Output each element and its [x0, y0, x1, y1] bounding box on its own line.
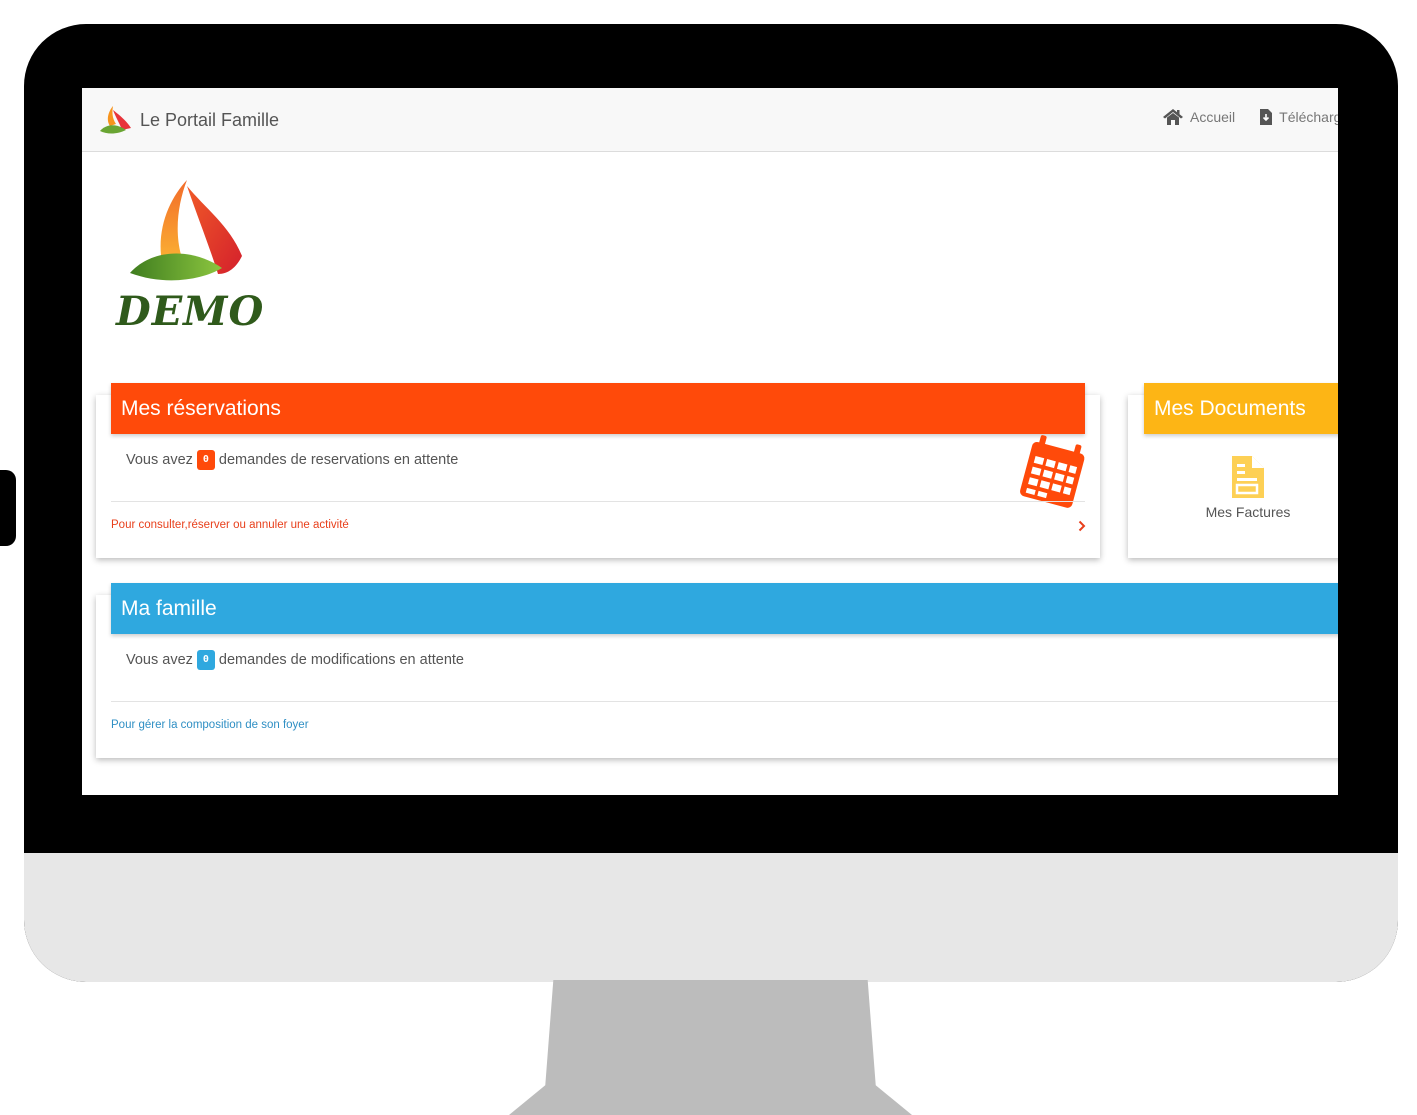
documents-header: Mes Documents: [1144, 383, 1338, 434]
famille-separator: [111, 701, 1338, 702]
famille-message: Vous avez 0 demandes de modifications en…: [126, 650, 464, 670]
home-icon: [1163, 109, 1183, 125]
monitor-stand: [509, 980, 912, 1115]
famille-header: Ma famille: [111, 583, 1338, 634]
brand-logo-icon: [100, 106, 131, 134]
demo-logo-text: DEMO: [116, 288, 265, 335]
reservations-header: Mes réservations: [111, 383, 1085, 434]
documents-item-label: Mes Factures: [1205, 504, 1291, 520]
documents-item-factures[interactable]: Mes Factures: [1198, 454, 1298, 520]
famille-message-prefix: Vous avez: [126, 652, 193, 668]
nav-links: Accueil Télécharg: [1162, 108, 1338, 126]
reservations-count-badge: 0: [196, 450, 215, 470]
nav-link-accueil-label: Accueil: [1190, 109, 1236, 125]
reservations-link[interactable]: Pour consulter,réserver ou annuler une a…: [111, 519, 349, 531]
chevron-right-icon[interactable]: [1078, 520, 1086, 532]
nav-link-telecharger[interactable]: Télécharg: [1259, 108, 1338, 126]
adjacent-monitor-edge: [0, 470, 16, 546]
famille-link[interactable]: Pour gérer la composition de son foyer: [111, 719, 309, 731]
navbar: Le Portail Famille Accueil Télécharg: [82, 88, 1338, 152]
brand-link[interactable]: Le Portail Famille: [98, 104, 279, 136]
download-icon: [1260, 109, 1273, 125]
nav-link-accueil[interactable]: Accueil: [1162, 108, 1235, 126]
monitor-chin: [24, 853, 1398, 982]
famille-message-suffix: demandes de modifications en attente: [218, 652, 464, 668]
famille-count-badge: 0: [196, 650, 215, 670]
reservations-separator: [111, 501, 1085, 502]
nav-link-telecharger-label: Télécharg: [1279, 109, 1338, 125]
reservations-message-suffix: demandes de reservations en attente: [218, 452, 459, 468]
screen: Le Portail Famille Accueil Télécharg DEM…: [82, 88, 1338, 795]
reservations-message-prefix: Vous avez: [126, 452, 193, 468]
document-icon: [1232, 456, 1264, 498]
reservations-message: Vous avez 0 demandes de reservations en …: [126, 450, 458, 470]
brand-title: Le Portail Famille: [140, 109, 280, 130]
